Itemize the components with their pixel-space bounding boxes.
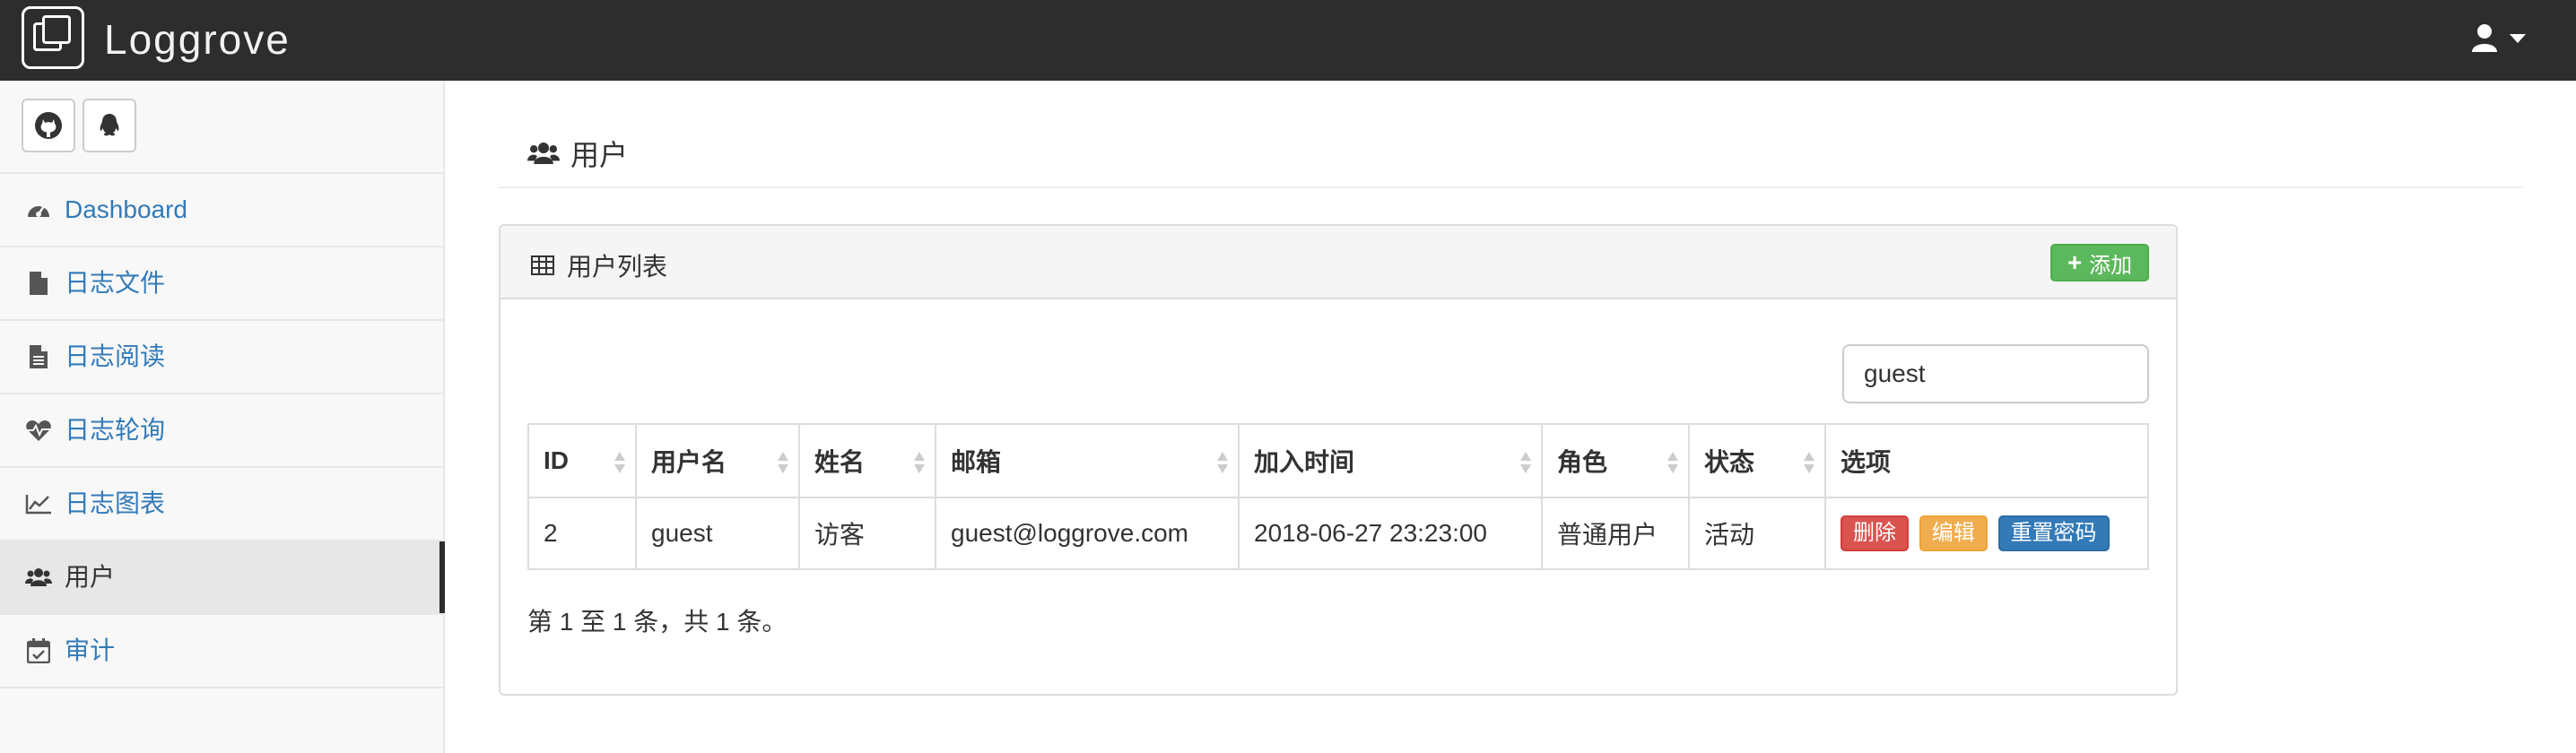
cell-joined: 2018-06-27 23:23:00 [1238, 497, 1543, 570]
column-header-label: 角色 [1557, 448, 1608, 476]
column-header-label: 姓名 [814, 448, 866, 476]
cell-username: guest [635, 497, 800, 570]
sidebar-item-dashboard[interactable]: Dashboard [0, 174, 443, 247]
column-header-role[interactable]: 角色 [1541, 423, 1690, 498]
qq-button[interactable] [83, 99, 136, 152]
user-icon [2472, 24, 2497, 52]
users-icon [527, 143, 560, 164]
user-table: ID 用户名 姓名 邮箱 加入时间 角色 状态 选项 2 guest 访客 gu… [527, 423, 2149, 570]
top-navbar: Loggrove [0, 0, 2576, 81]
heartbeat-icon [25, 417, 52, 444]
sidebar-item-label: 用户 [65, 563, 116, 591]
line-chart-icon [25, 490, 52, 517]
user-list-panel: 用户列表 + 添加 ID 用户名 姓名 邮箱 加入时间 角色 状态 选项 2 g… [499, 224, 2178, 696]
caret-down-icon [2510, 34, 2526, 43]
page-title-text: 用户 [570, 139, 629, 171]
column-header-label: 加入时间 [1254, 448, 1355, 476]
column-header-label: ID [544, 446, 569, 474]
cell-role: 普通用户 [1541, 497, 1690, 570]
table-row: 2 guest 访客 guest@loggrove.com 2018-06-27… [527, 497, 2149, 570]
column-header-label: 选项 [1841, 448, 1892, 476]
sidebar-item-label: 日志轮询 [65, 416, 166, 444]
sidebar-item-label: Dashboard [65, 195, 187, 223]
pagination-info: 第 1 至 1 条，共 1 条。 [527, 608, 788, 636]
sidebar-item-log-charts[interactable]: 日志图表 [0, 468, 443, 541]
cell-name: 访客 [798, 497, 936, 570]
calendar-check-icon [25, 637, 52, 664]
cell-status: 活动 [1688, 497, 1826, 570]
panel-heading: 用户列表 + 添加 [500, 226, 2176, 299]
sort-icon [1667, 452, 1678, 473]
sidebar-item-label: 日志阅读 [65, 342, 166, 370]
panel-title-text: 用户列表 [567, 253, 668, 281]
plus-icon: + [2067, 248, 2083, 276]
column-header-id[interactable]: ID [527, 423, 637, 498]
sidebar-item-audit[interactable]: 审计 [0, 615, 443, 688]
file-icon [25, 270, 52, 297]
sidebar-item-log-files[interactable]: 日志文件 [0, 247, 443, 321]
delete-user-button[interactable]: 删除 [1841, 515, 1909, 551]
column-header-status[interactable]: 状态 [1688, 423, 1826, 498]
column-header-username[interactable]: 用户名 [635, 423, 800, 498]
cell-options: 删除 编辑 重置密码 [1824, 497, 2149, 570]
cell-id: 2 [527, 497, 637, 570]
column-header-email[interactable]: 邮箱 [935, 423, 1240, 498]
sort-icon [1804, 452, 1815, 473]
edit-user-button[interactable]: 编辑 [1919, 515, 1988, 551]
search-input[interactable] [1842, 344, 2149, 403]
column-header-options: 选项 [1824, 423, 2149, 498]
column-header-label: 邮箱 [951, 448, 1002, 476]
sort-icon [914, 452, 925, 473]
sort-icon [1217, 452, 1228, 473]
github-button[interactable] [22, 99, 75, 152]
brand-name[interactable]: Loggrove [104, 14, 291, 65]
sort-icon [614, 452, 625, 473]
page-title: 用户 [527, 133, 628, 174]
cell-email: guest@loggrove.com [935, 497, 1240, 570]
column-header-joined[interactable]: 加入时间 [1238, 423, 1543, 498]
user-menu-dropdown[interactable] [2472, 23, 2535, 56]
sidebar-item-label: 日志文件 [65, 269, 166, 297]
sort-icon [778, 452, 788, 473]
qq-icon [100, 114, 119, 136]
add-user-button[interactable]: + 添加 [2050, 244, 2149, 281]
sort-icon [1520, 452, 1531, 473]
table-icon [531, 255, 554, 275]
column-header-label: 状态 [1704, 448, 1755, 476]
column-header-label: 用户名 [651, 448, 727, 476]
sidebar-menu: Dashboard 日志文件 日志阅读 日志轮询 日志图表 用户 审计 [0, 174, 445, 688]
sidebar: Dashboard 日志文件 日志阅读 日志轮询 日志图表 用户 审计 [0, 81, 445, 753]
sidebar-item-users[interactable]: 用户 [0, 541, 445, 615]
sidebar-item-log-reading[interactable]: 日志阅读 [0, 321, 443, 394]
add-user-label: 添加 [2089, 253, 2133, 278]
users-icon [25, 564, 52, 591]
column-header-name[interactable]: 姓名 [798, 423, 936, 498]
sidebar-item-label: 审计 [65, 636, 116, 664]
reset-password-button[interactable]: 重置密码 [1997, 515, 2110, 551]
sidebar-item-log-polling[interactable]: 日志轮询 [0, 394, 443, 468]
page-header: 用户 [499, 126, 2524, 188]
dashboard-icon [25, 196, 52, 223]
panel-title: 用户列表 [531, 247, 667, 283]
sidebar-item-label: 日志图表 [65, 489, 166, 517]
table-header-row: ID 用户名 姓名 邮箱 加入时间 角色 状态 选项 [527, 423, 2149, 498]
loggrove-logo-icon[interactable] [22, 6, 84, 69]
file-text-icon [25, 343, 52, 370]
github-icon [35, 112, 62, 139]
